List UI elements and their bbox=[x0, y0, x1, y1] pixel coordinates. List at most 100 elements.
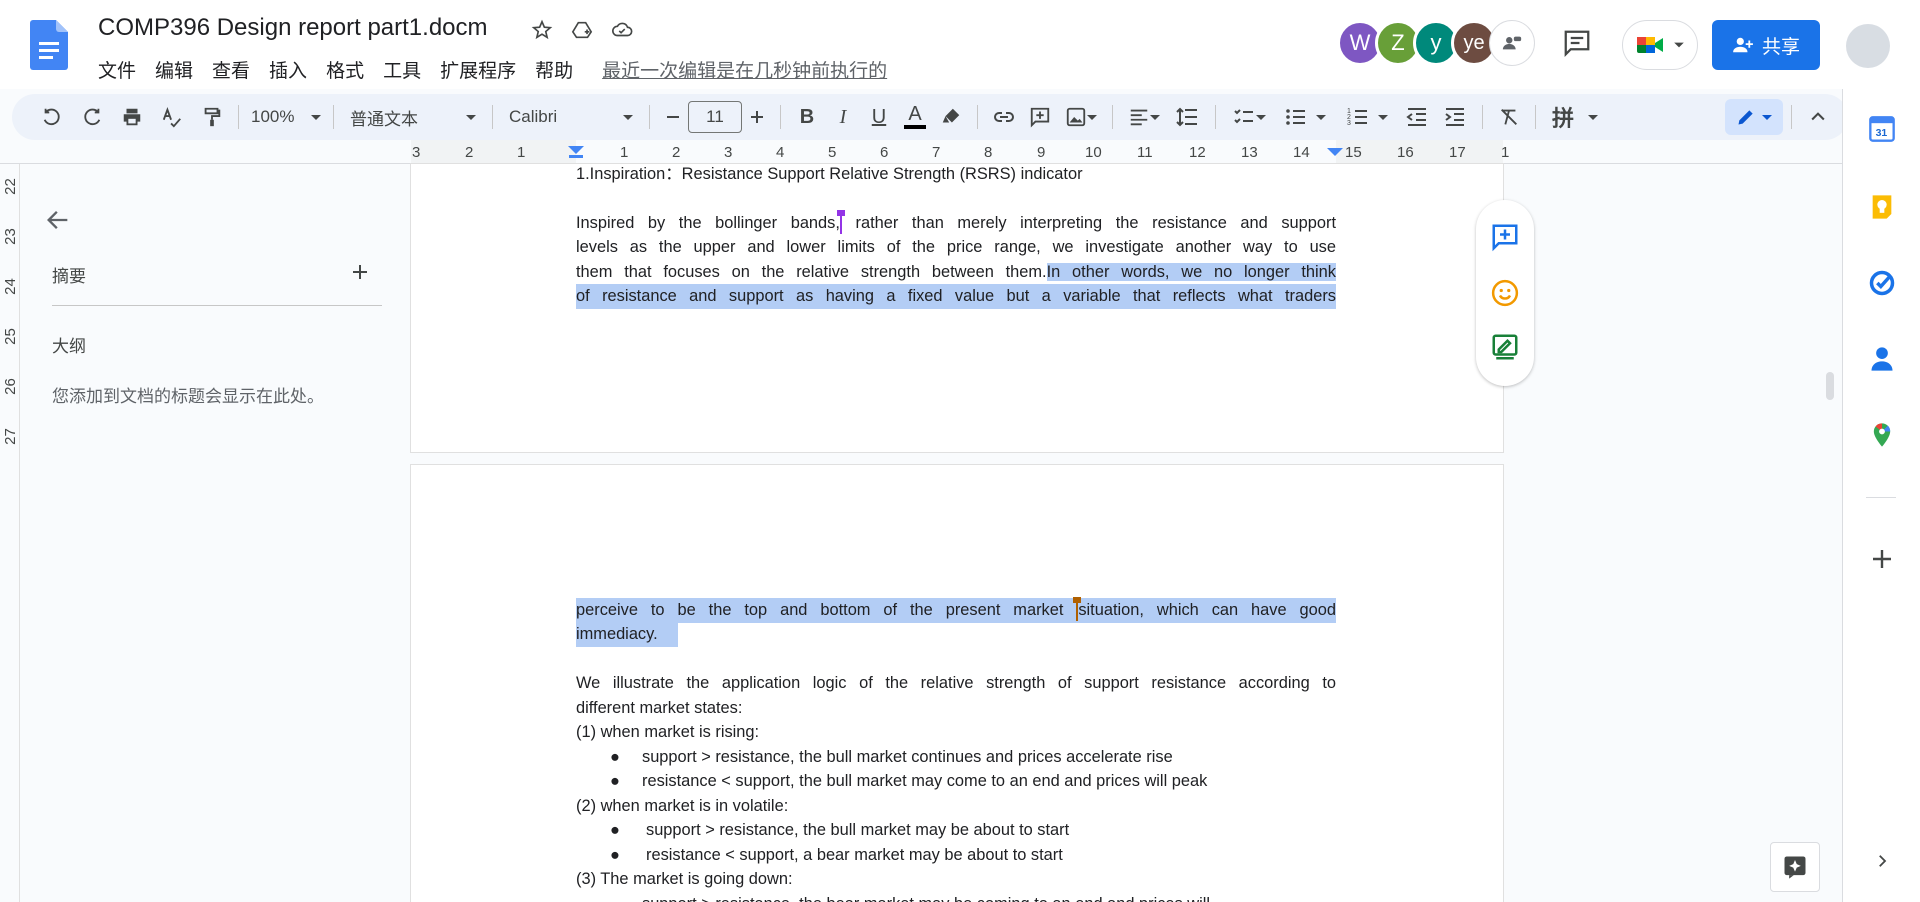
left-indent-marker-icon[interactable] bbox=[566, 144, 586, 160]
paragraph-line[interactable]: them that focuses on the relative streng… bbox=[576, 260, 1336, 285]
input-tools-button[interactable]: 拼 bbox=[1544, 99, 1606, 135]
share-button[interactable]: 共享 bbox=[1712, 20, 1820, 70]
paragraph-line[interactable]: Inspired by the bollinger bands, rather … bbox=[576, 209, 1337, 236]
insert-image-icon[interactable] bbox=[1058, 99, 1104, 135]
right-indent-marker-icon[interactable] bbox=[1326, 146, 1344, 160]
contacts-icon[interactable] bbox=[1866, 343, 1898, 375]
ruler-number: 6 bbox=[880, 144, 889, 161]
collaborator-avatars: W Z y ye bbox=[1337, 20, 1535, 66]
numbered-list-icon[interactable]: 123 bbox=[1336, 99, 1398, 135]
comment-history-icon[interactable] bbox=[1562, 28, 1592, 63]
paragraph-line[interactable]: (3) The market is going down: bbox=[576, 867, 793, 892]
print-icon[interactable] bbox=[114, 99, 150, 135]
spellcheck-icon[interactable] bbox=[154, 99, 190, 135]
menu-extensions[interactable]: 扩展程序 bbox=[440, 56, 516, 83]
menu-edit[interactable]: 编辑 bbox=[155, 56, 193, 83]
docs-logo-icon[interactable] bbox=[30, 20, 68, 70]
decrease-font-size-button[interactable] bbox=[658, 99, 688, 135]
floating-actions bbox=[1476, 200, 1534, 386]
explore-button[interactable] bbox=[1770, 842, 1820, 892]
checklist-icon[interactable] bbox=[1224, 99, 1274, 135]
horizontal-ruler[interactable]: 3 2 1 1 2 3 4 5 6 7 8 9 10 11 12 13 14 1… bbox=[0, 140, 1842, 164]
add-comment-icon[interactable] bbox=[1490, 222, 1520, 252]
text-color-button[interactable]: A bbox=[897, 99, 933, 135]
paragraph-line[interactable]: different market states: bbox=[576, 696, 742, 721]
tasks-icon[interactable] bbox=[1866, 267, 1898, 299]
emoji-reaction-icon[interactable] bbox=[1490, 278, 1520, 308]
list-item[interactable]: support > resistance, the bull market ma… bbox=[646, 818, 1069, 843]
zoom-select[interactable]: 100% bbox=[247, 99, 325, 135]
menu-help[interactable]: 帮助 bbox=[535, 56, 573, 83]
ruler-number: 1 bbox=[517, 144, 526, 161]
ruler-number: 4 bbox=[776, 144, 785, 161]
line-spacing-icon[interactable] bbox=[1167, 99, 1207, 135]
paragraph-line[interactable]: levels as the upper and lower limits of … bbox=[576, 235, 1336, 260]
more-viewers-icon[interactable] bbox=[1489, 20, 1535, 66]
document-title[interactable]: COMP396 Design report part1.docm bbox=[98, 14, 488, 42]
menu-tools[interactable]: 工具 bbox=[383, 56, 421, 83]
list-item[interactable]: support > resistance, the bear market ma… bbox=[642, 892, 1210, 902]
back-arrow-icon[interactable] bbox=[44, 206, 72, 234]
editing-mode-button[interactable] bbox=[1725, 99, 1783, 135]
menu-format[interactable]: 格式 bbox=[326, 56, 364, 83]
increase-indent-icon[interactable] bbox=[1436, 99, 1474, 135]
font-size-input[interactable]: 11 bbox=[688, 101, 742, 133]
share-label: 共享 bbox=[1761, 36, 1800, 58]
keep-icon[interactable] bbox=[1866, 191, 1898, 223]
vertical-scrollbar-thumb[interactable] bbox=[1826, 372, 1834, 400]
ruler-number: 15 bbox=[1345, 144, 1362, 161]
redo-icon[interactable] bbox=[74, 99, 110, 135]
italic-button[interactable]: I bbox=[825, 99, 861, 135]
add-comment-icon[interactable] bbox=[1022, 99, 1058, 135]
selected-text[interactable]: immediacy. bbox=[576, 622, 678, 647]
font-select[interactable]: Calibri bbox=[501, 99, 641, 135]
text-run: rather than merely interpreting the resi… bbox=[841, 214, 1337, 232]
account-avatar[interactable] bbox=[1846, 24, 1890, 68]
move-to-drive-icon[interactable] bbox=[568, 16, 596, 44]
text-run: perceive to be the top and bottom of the… bbox=[576, 601, 1077, 619]
list-item[interactable]: resistance < support, a bear market may … bbox=[646, 843, 1063, 868]
outline-placeholder: 您添加到文档的标题会显示在此处。 bbox=[52, 387, 324, 406]
collaborator-cursor bbox=[1073, 596, 1082, 621]
selected-text[interactable]: perceive to be the top and bottom of the… bbox=[576, 596, 1336, 623]
style-select[interactable]: 普通文本 bbox=[342, 99, 484, 135]
maps-icon[interactable] bbox=[1866, 419, 1898, 451]
meet-button[interactable] bbox=[1622, 20, 1698, 70]
list-item[interactable]: resistance < support, the bull market ma… bbox=[642, 769, 1207, 794]
ruler-number: 24 bbox=[1, 278, 19, 295]
undo-icon[interactable] bbox=[34, 99, 70, 135]
add-summary-icon[interactable] bbox=[350, 262, 370, 282]
ruler-number: 5 bbox=[828, 144, 837, 161]
increase-font-size-button[interactable] bbox=[742, 99, 772, 135]
chevron-right-icon[interactable] bbox=[1866, 845, 1898, 877]
suggest-edits-icon[interactable] bbox=[1490, 332, 1520, 362]
cloud-saved-icon[interactable] bbox=[608, 16, 636, 44]
clear-formatting-icon[interactable] bbox=[1491, 99, 1527, 135]
paint-format-icon[interactable] bbox=[194, 99, 230, 135]
underline-button[interactable]: U bbox=[861, 99, 897, 135]
get-addons-icon[interactable] bbox=[1866, 543, 1898, 575]
align-left-icon[interactable] bbox=[1121, 99, 1167, 135]
last-edit-link[interactable]: 最近一次编辑是在几秒钟前执行的 bbox=[602, 56, 887, 83]
decrease-indent-icon[interactable] bbox=[1398, 99, 1436, 135]
list-item[interactable]: support > resistance, the bull market co… bbox=[642, 745, 1173, 770]
ruler-number: 27 bbox=[1, 428, 19, 445]
menu-insert[interactable]: 插入 bbox=[269, 56, 307, 83]
bold-button[interactable]: B bbox=[789, 99, 825, 135]
menu-file[interactable]: 文件 bbox=[98, 56, 136, 83]
highlight-icon[interactable] bbox=[933, 99, 969, 135]
divider bbox=[52, 305, 382, 306]
calendar-icon[interactable]: 31 bbox=[1866, 113, 1898, 145]
document-heading[interactable]: 1.Inspiration：Resistance Support Relativ… bbox=[576, 162, 1083, 187]
star-icon[interactable] bbox=[528, 16, 556, 44]
link-icon[interactable] bbox=[986, 99, 1022, 135]
paragraph-line[interactable]: We illustrate the application logic of t… bbox=[576, 671, 1336, 696]
vertical-ruler[interactable]: 22 23 24 25 26 27 bbox=[0, 164, 20, 902]
paragraph-line[interactable]: (1) when market is rising: bbox=[576, 720, 759, 745]
bulleted-list-icon[interactable] bbox=[1274, 99, 1336, 135]
selected-text[interactable]: of resistance and support as having a fi… bbox=[576, 284, 1336, 309]
collapse-menus-icon[interactable] bbox=[1800, 99, 1836, 135]
menu-view[interactable]: 查看 bbox=[212, 56, 250, 83]
paragraph-line[interactable]: (2) when market is in volatile: bbox=[576, 794, 788, 819]
explore-icon bbox=[1784, 856, 1806, 879]
